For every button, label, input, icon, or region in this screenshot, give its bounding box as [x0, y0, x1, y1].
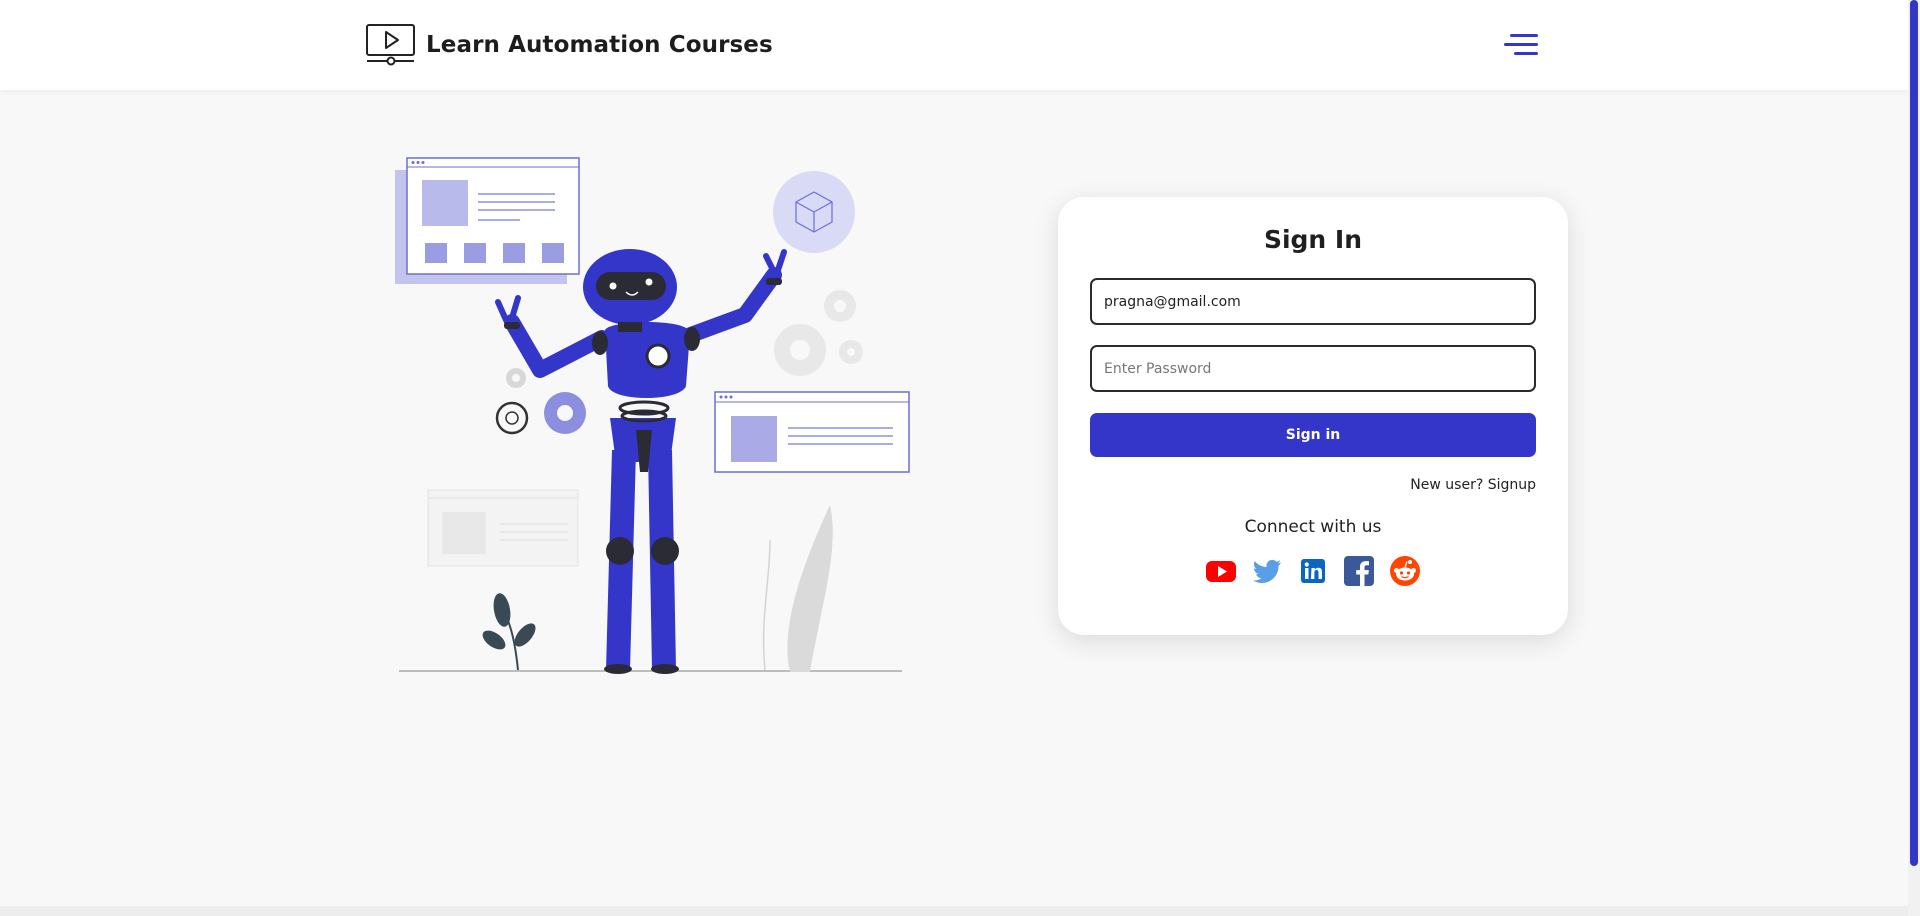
page-bottom-edge — [0, 906, 1908, 916]
signin-button[interactable]: Sign in — [1090, 413, 1536, 457]
hamburger-menu-icon[interactable] — [1502, 32, 1538, 58]
connect-heading: Connect with us — [1244, 517, 1382, 537]
brand[interactable]: Learn Automation Courses — [366, 24, 773, 66]
email-input[interactable] — [1090, 278, 1536, 325]
page-scrollbar[interactable] — [1908, 0, 1920, 916]
signin-title: Sign In — [1263, 225, 1363, 254]
linkedin-icon[interactable] — [1297, 555, 1329, 587]
robot-illustration — [395, 157, 910, 674]
youtube-icon[interactable] — [1205, 555, 1237, 587]
top-navbar: Learn Automation Courses — [0, 0, 1908, 90]
reddit-icon[interactable] — [1389, 555, 1421, 587]
scrollbar-thumb[interactable] — [1910, 0, 1918, 866]
password-input[interactable] — [1090, 345, 1536, 392]
brand-title: Learn Automation Courses — [426, 32, 773, 58]
signup-link[interactable]: New user? Signup — [1410, 477, 1536, 493]
facebook-icon[interactable] — [1343, 555, 1375, 587]
twitter-icon[interactable] — [1251, 555, 1283, 587]
video-player-icon — [366, 24, 415, 66]
signin-card: Sign In Sign in New user? Signup Connect… — [1058, 197, 1568, 635]
social-links — [1205, 555, 1421, 587]
